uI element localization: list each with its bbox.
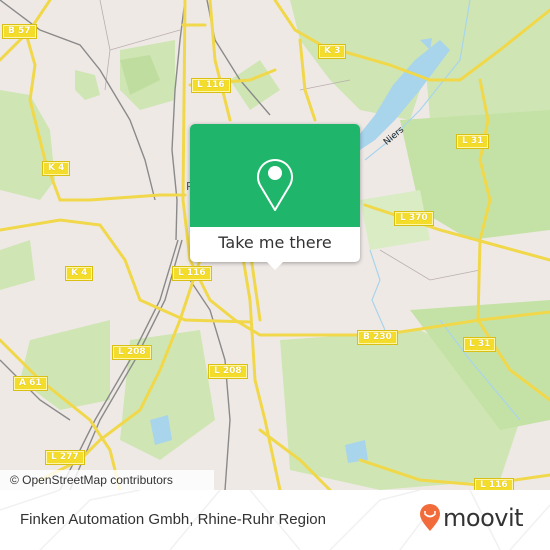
road-label-l31: L 31 [455,134,490,149]
road-label-l370: L 370 [394,211,434,226]
footer-bar: Finken Automation Gmbh, Rhine-Ruhr Regio… [0,490,550,550]
moovit-wordmark: moovit [443,504,524,532]
road-label-k3: K 3 [317,44,347,59]
road-label-a61: A 61 [13,376,48,391]
popup-header [190,124,360,227]
road-label-l208: L 208 [112,345,152,360]
road-label-k4: K 4 [64,266,94,281]
place-title: Finken Automation Gmbh, Rhine-Ruhr Regio… [20,511,326,528]
take-me-there-button[interactable]: Take me there [190,227,360,262]
location-popup: Take me there [190,124,360,270]
map-attribution[interactable]: © OpenStreetMap contributors [0,470,214,490]
road-label-l31: L 31 [462,337,497,352]
road-label-b230: B 230 [357,330,398,345]
road-label-l116: L 116 [191,78,231,93]
popup-pointer [266,261,284,270]
map-pin-icon [257,159,293,211]
road-label-k4: K 4 [41,161,71,176]
road-label-l116: L 116 [474,478,514,490]
road-label-b57: B 57 [2,24,37,39]
moovit-logo[interactable]: moovit [419,503,524,533]
road-label-l208: L 208 [208,364,248,379]
road-label-l277: L 277 [45,450,85,465]
map-view[interactable]: R Niers B 57 K 3 L 116 L 31 K 4 L 370 K … [0,0,550,490]
moovit-logo-icon [420,504,440,531]
road-label-l116: L 116 [172,266,212,281]
